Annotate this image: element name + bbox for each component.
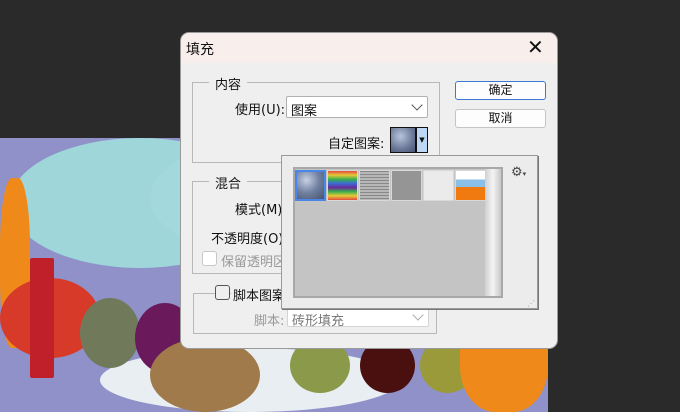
- pattern-grid-scrollbar[interactable]: [485, 169, 501, 296]
- ok-button[interactable]: 确定: [455, 81, 546, 100]
- script-label: 脚本:: [254, 314, 285, 329]
- pattern-swatch[interactable]: [390, 127, 416, 153]
- cancel-button[interactable]: 取消: [455, 109, 546, 128]
- use-label: 使用(U):: [235, 103, 286, 118]
- dialog-title: 填充: [186, 42, 214, 58]
- resize-grip-icon[interactable]: ⋰: [527, 299, 535, 308]
- script-pattern-label: 脚本图案: [231, 285, 288, 304]
- pattern-swatch-gray-lines[interactable]: [359, 170, 390, 201]
- opacity-label: 不透明度(O):: [211, 232, 288, 247]
- preserve-transparency-checkbox[interactable]: [202, 251, 217, 266]
- pattern-picker-popup: ⚙▾ ⋰: [281, 155, 538, 309]
- script-pattern-checkbox[interactable]: [215, 285, 230, 300]
- pattern-swatch-rainbow[interactable]: [327, 170, 358, 201]
- pattern-swatch-bubbles[interactable]: [295, 170, 326, 201]
- custom-pattern-label: 自定图案:: [328, 137, 385, 152]
- title-bar: 填充 ✕: [181, 33, 557, 63]
- gear-icon[interactable]: ⚙▾: [511, 165, 526, 180]
- script-value: 砖形填充: [292, 314, 345, 329]
- content-group-label: 内容: [209, 74, 248, 93]
- script-select[interactable]: 砖形填充: [287, 306, 429, 329]
- pattern-grid: [293, 167, 503, 298]
- close-icon[interactable]: ✕: [527, 35, 544, 59]
- chevron-down-icon: [412, 309, 424, 321]
- pattern-swatch-landscape[interactable]: [455, 170, 486, 201]
- chevron-down-icon: [411, 99, 423, 111]
- use-select[interactable]: 图案: [286, 96, 428, 119]
- pattern-swatch-white-noise[interactable]: [423, 170, 454, 201]
- mode-label: 模式(M):: [235, 203, 287, 218]
- blend-group-label: 混合: [209, 173, 248, 192]
- pattern-dropdown-arrow-icon[interactable]: ▼: [416, 127, 428, 153]
- use-value: 图案: [291, 104, 318, 119]
- pattern-swatch-gray-noise[interactable]: [391, 170, 422, 201]
- preserve-transparency-label: 保留透明区: [221, 255, 287, 270]
